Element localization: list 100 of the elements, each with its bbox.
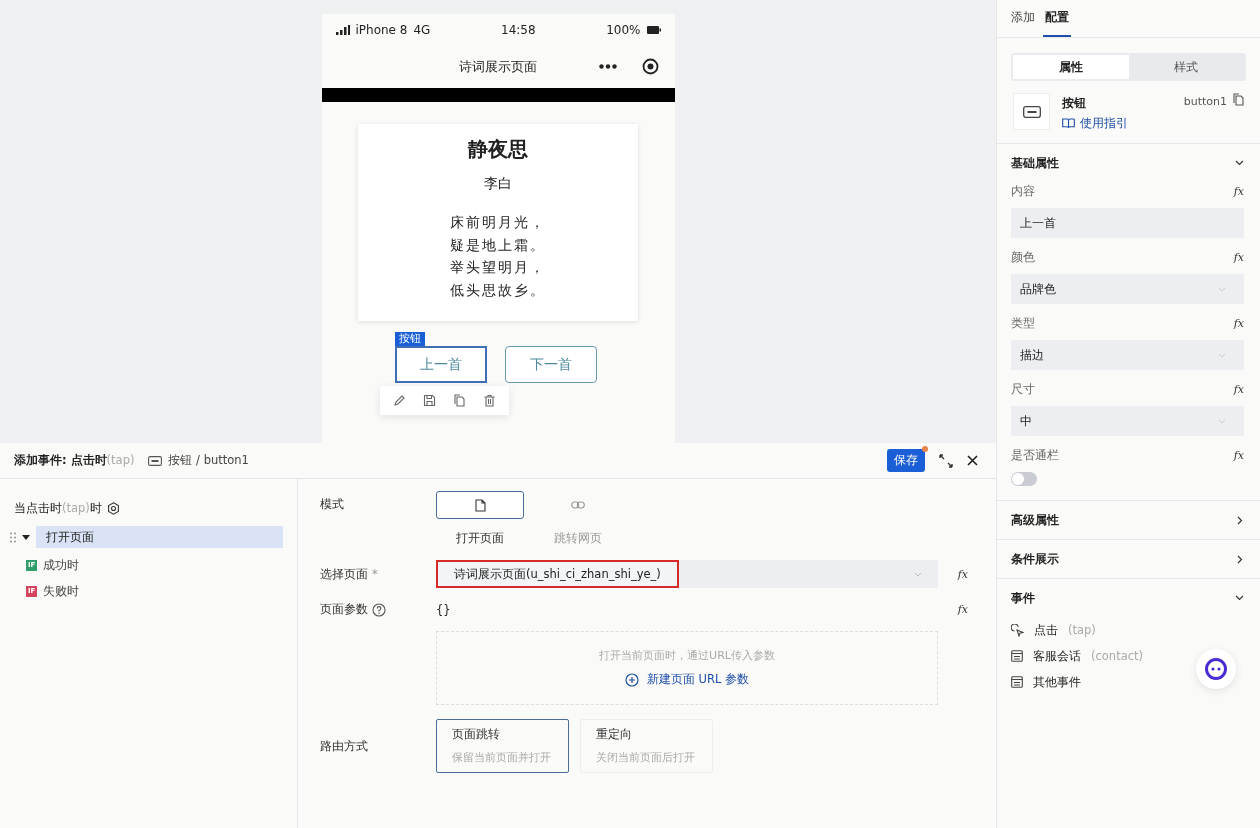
save-icon[interactable] xyxy=(422,394,436,407)
component-name: 按钮 xyxy=(1062,95,1087,112)
mode-label: 跳转网页 xyxy=(554,531,602,546)
chevron-icon[interactable] xyxy=(1235,515,1244,525)
mode-option[interactable] xyxy=(436,491,524,519)
event-item[interactable]: 其他事件 xyxy=(1011,669,1244,695)
book-icon xyxy=(1062,118,1075,129)
record-icon[interactable] xyxy=(641,58,659,75)
params-hint: 打开当前页面时，通过URL传入参数 xyxy=(599,648,775,663)
formula-button[interactable]: fx xyxy=(938,567,968,581)
settings-icon[interactable] xyxy=(106,501,120,515)
chevron-icon[interactable] xyxy=(1235,554,1244,564)
chevron-down-icon xyxy=(1218,286,1226,292)
document-icon xyxy=(474,498,486,512)
chevron-icon[interactable] xyxy=(1235,595,1244,601)
robot-icon xyxy=(1204,657,1228,681)
formula-button[interactable]: fx xyxy=(1233,382,1244,396)
route-option[interactable]: 页面跳转 保留当前页面并打开 xyxy=(436,719,569,773)
copy-icon[interactable] xyxy=(452,394,466,407)
selected-page: 诗词展示页面(u_shi_ci_zhan_shi_ye_) xyxy=(436,560,679,588)
branch-label: 成功时 xyxy=(43,557,80,573)
unsaved-dot xyxy=(922,446,928,452)
field-label: 路由方式 xyxy=(320,738,369,754)
property-label: 是否通栏 xyxy=(1011,447,1059,463)
formula-button[interactable]: fx xyxy=(1233,316,1244,330)
route-title: 页面跳转 xyxy=(452,727,501,742)
select-value: 品牌色 xyxy=(1020,281,1056,297)
poem-button[interactable]: 下一首 xyxy=(505,346,597,383)
poem-line: 床前明月光， xyxy=(450,213,546,232)
formula-button[interactable]: fx xyxy=(938,603,968,616)
route-option[interactable]: 重定向 关闭当前页面后打开 xyxy=(580,719,713,773)
battery-icon xyxy=(646,26,661,34)
selection-tag: 按钮 xyxy=(395,332,425,346)
poem-author: 李白 xyxy=(484,175,512,193)
network-label: 4G xyxy=(413,23,431,37)
select-value: 中 xyxy=(1020,413,1032,429)
more-icon[interactable] xyxy=(598,64,617,69)
formula-button[interactable]: fx xyxy=(1233,448,1244,462)
mode-label: 打开页面 xyxy=(456,531,504,546)
drag-handle-icon[interactable] xyxy=(10,531,16,543)
property-select[interactable]: 品牌色 xyxy=(1011,274,1244,304)
content-input[interactable]: 上一首 xyxy=(1011,208,1244,238)
poem-line: 低头思故乡。 xyxy=(450,280,546,300)
edit-icon[interactable] xyxy=(392,394,406,407)
caret-icon[interactable] xyxy=(22,533,30,541)
params-value: {} xyxy=(436,602,452,617)
copy-icon[interactable] xyxy=(1233,93,1244,106)
section-title: 高级属性 xyxy=(1011,512,1059,528)
chevron-down-icon xyxy=(914,571,922,577)
guide-link[interactable]: 使用指引 xyxy=(1062,116,1128,131)
expand-icon[interactable] xyxy=(939,453,953,468)
trigger-label: 当点击时(tap)时 xyxy=(14,500,102,516)
chevron-icon[interactable] xyxy=(1235,160,1244,166)
assistant-button[interactable] xyxy=(1196,649,1236,689)
help-icon[interactable] xyxy=(372,602,386,617)
section-title: 基础属性 xyxy=(1011,155,1059,171)
page-title: 诗词展示页面 xyxy=(459,58,537,76)
toggle-switch[interactable] xyxy=(1011,472,1037,486)
link-icon xyxy=(571,501,585,509)
field-label: 选择页面 * xyxy=(320,566,379,582)
event-item[interactable]: 点击 (tap) xyxy=(1011,617,1244,643)
poem-title: 静夜思 xyxy=(468,136,528,163)
segment-tab[interactable]: 属性 xyxy=(1013,55,1129,79)
component-id: button1 xyxy=(1183,94,1227,108)
route-title: 重定向 xyxy=(596,727,633,742)
form-icon xyxy=(1011,650,1023,662)
poem-line: 举头望明月， xyxy=(450,258,546,277)
save-button[interactable]: 保存 xyxy=(887,449,925,472)
section-title: 事件 xyxy=(1011,590,1035,606)
panel-tab[interactable]: 添加 xyxy=(1009,0,1037,37)
select-value: 描边 xyxy=(1020,347,1044,363)
event-item[interactable]: 客服会话 (contact) xyxy=(1011,643,1244,669)
close-icon[interactable] xyxy=(967,455,978,466)
poem-button[interactable]: 上一首 xyxy=(395,346,487,383)
delete-icon[interactable] xyxy=(482,394,496,407)
clock-time: 14:58 xyxy=(501,23,536,37)
panel-tab[interactable]: 配置 xyxy=(1043,0,1071,37)
action-item[interactable]: 打开页面 xyxy=(36,526,283,548)
route-description: 关闭当前页面后打开 xyxy=(596,750,696,765)
segment-tab[interactable]: 样式 xyxy=(1128,55,1244,79)
component-path: 按钮 / button1 xyxy=(168,453,249,468)
property-select[interactable]: 中 xyxy=(1011,406,1244,436)
carrier-label: iPhone 8 xyxy=(355,23,408,37)
formula-button[interactable]: fx xyxy=(1233,184,1244,198)
battery-percent: 100% xyxy=(606,23,641,37)
route-description: 保留当前页面并打开 xyxy=(452,750,552,765)
branch-label: 失败时 xyxy=(43,583,80,599)
property-select[interactable]: 描边 xyxy=(1011,340,1244,370)
add-param-button[interactable]: 新建页面 URL 参数 xyxy=(618,671,756,688)
pointer-icon xyxy=(1011,623,1024,637)
signal-icon xyxy=(335,25,350,35)
section-title: 条件展示 xyxy=(1011,551,1059,567)
field-label: 页面参数 xyxy=(320,602,368,617)
page-select[interactable]: 诗词展示页面(u_shi_ci_zhan_shi_ye_) xyxy=(436,560,938,588)
property-label: 尺寸 xyxy=(1011,381,1035,397)
formula-button[interactable]: fx xyxy=(1233,250,1244,264)
chevron-down-icon xyxy=(1218,418,1226,424)
property-label: 内容 xyxy=(1011,183,1035,199)
button-component-icon xyxy=(1022,105,1041,118)
form-icon xyxy=(1011,676,1023,688)
